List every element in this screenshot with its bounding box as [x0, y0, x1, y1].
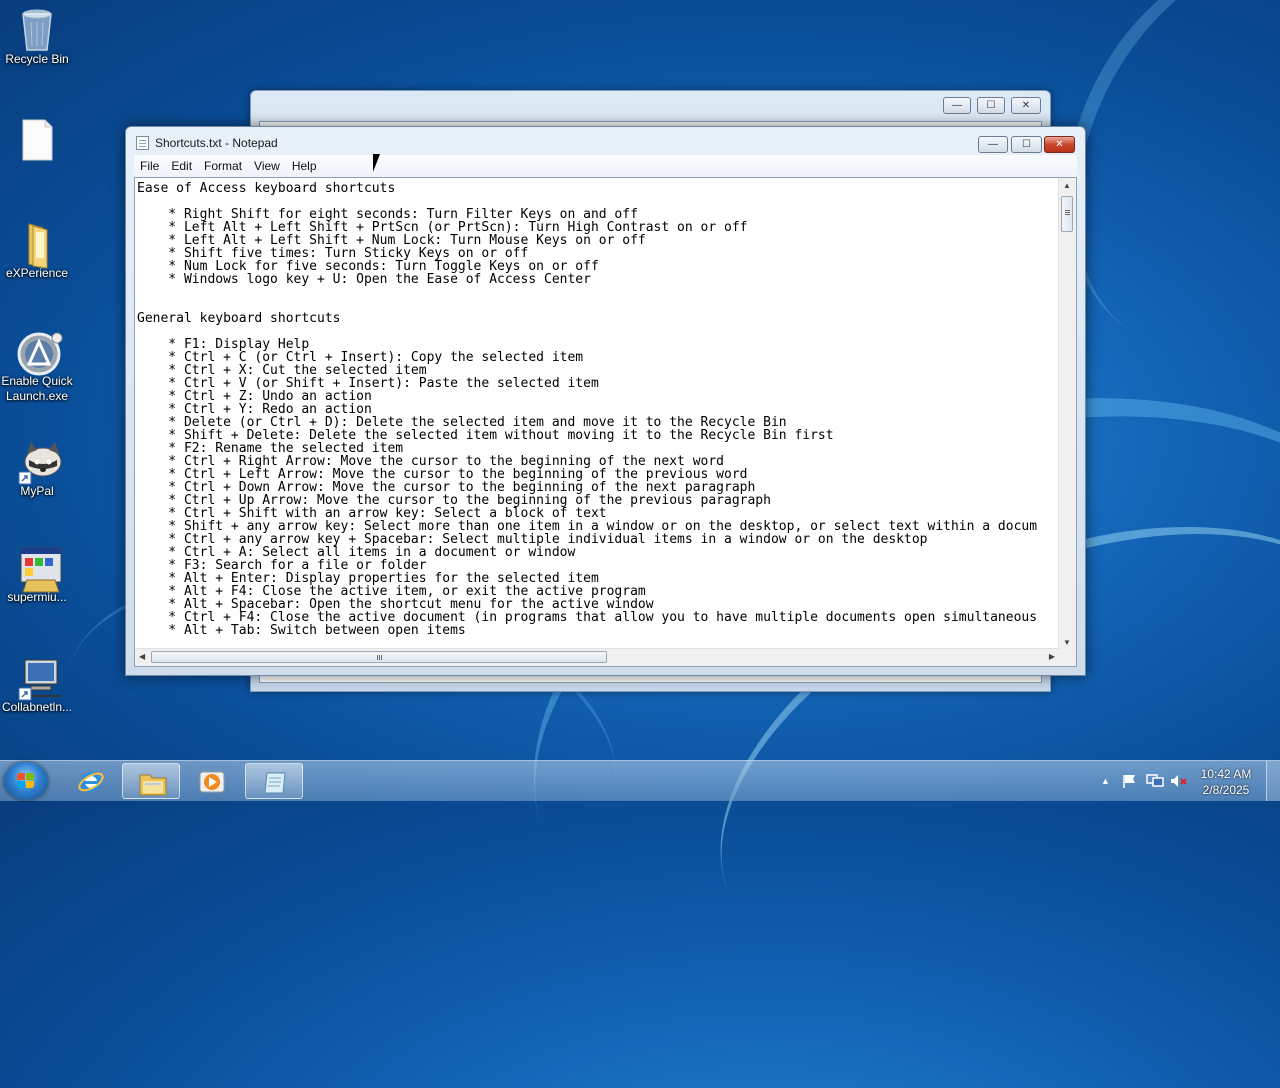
mouse-cursor: [373, 154, 387, 172]
menu-help[interactable]: Help: [286, 159, 323, 173]
vertical-scrollbar[interactable]: ▲ ▼: [1058, 178, 1076, 649]
horizontal-scrollbar[interactable]: ◀ ▶: [135, 648, 1059, 666]
maximize-button[interactable]: ☐: [1011, 136, 1042, 153]
scroll-right-arrow[interactable]: ▶: [1049, 652, 1055, 661]
clock-date: 2/8/2025: [1202, 783, 1250, 797]
menu-edit[interactable]: Edit: [165, 159, 198, 173]
windows-logo-icon: [17, 773, 35, 789]
show-hidden-icons-arrow[interactable]: ▲: [1101, 776, 1117, 790]
menu-file[interactable]: File: [134, 159, 165, 173]
text-content[interactable]: Ease of Access keyboard shortcuts * Righ…: [137, 182, 1058, 648]
quick-launch-app-icon: [17, 330, 63, 376]
text-line: General keyboard shortcuts: [137, 311, 341, 326]
desktop-icon-supermium[interactable]: supermiu...: [0, 546, 74, 605]
internet-explorer-icon: [77, 768, 105, 794]
menu-bar: File Edit Format View Help: [134, 155, 1077, 177]
mypal-raccoon-icon: [17, 440, 62, 485]
back-maximize-button[interactable]: ☐: [977, 97, 1005, 114]
notepad-icon: [136, 136, 149, 150]
taskbar-windows-explorer[interactable]: [122, 763, 180, 799]
desktop-icon-mypal[interactable]: MyPal: [0, 440, 74, 499]
recycle-bin-icon: [17, 8, 57, 51]
installer-app-icon: [17, 546, 62, 593]
desktop-icon-experience-folder[interactable]: eXPerience: [0, 222, 74, 281]
horizontal-scroll-thumb[interactable]: [151, 651, 607, 663]
desktop-icon-document[interactable]: [0, 118, 74, 162]
system-clock[interactable]: 10:42 AM 2/8/2025: [1196, 766, 1256, 798]
desktop-icon-collabnet[interactable]: Collabnetln...: [0, 656, 74, 715]
window-title: Shortcuts.txt - Notepad: [155, 136, 278, 150]
text-editor[interactable]: Ease of Access keyboard shortcuts * Righ…: [134, 177, 1077, 667]
start-button[interactable]: [4, 762, 48, 800]
action-center-flag-icon[interactable]: [1122, 774, 1138, 788]
text-line: * Alt + Tab: Switch between open items: [137, 623, 466, 638]
vertical-scroll-thumb[interactable]: [1061, 196, 1073, 232]
taskbar: ▲ 10:42 AM 2/8/2025: [0, 760, 1280, 801]
taskbar-notepad[interactable]: [245, 763, 303, 799]
notepad-window[interactable]: Shortcuts.txt - Notepad — ☐ ✕ File Edit …: [125, 126, 1086, 676]
text-line: [137, 286, 1058, 299]
taskbar-media-player[interactable]: [183, 763, 241, 799]
desktop-icon-recycle-bin[interactable]: Recycle Bin: [0, 8, 74, 67]
menu-view[interactable]: View: [248, 159, 286, 173]
network-icon[interactable]: [1146, 774, 1164, 788]
back-minimize-button[interactable]: —: [943, 97, 971, 114]
back-close-button[interactable]: ✕: [1011, 97, 1041, 114]
network-computer-icon: [17, 656, 61, 701]
scroll-up-arrow[interactable]: ▲: [1063, 181, 1071, 190]
taskbar-internet-explorer[interactable]: [62, 763, 120, 799]
text-line: Ease of Access keyboard shortcuts: [137, 182, 396, 196]
notepad-icon: [261, 769, 289, 795]
scroll-left-arrow[interactable]: ◀: [139, 652, 145, 661]
volume-muted-icon[interactable]: [1170, 774, 1187, 788]
folder-icon: [17, 222, 57, 269]
text-line: * Windows logo key + U: Open the Ease of…: [137, 272, 591, 287]
scroll-down-arrow[interactable]: ▼: [1063, 638, 1071, 647]
close-button[interactable]: ✕: [1044, 136, 1075, 153]
size-grip[interactable]: [1059, 649, 1076, 666]
minimize-button[interactable]: —: [978, 136, 1008, 153]
media-player-icon: [198, 768, 226, 794]
menu-format[interactable]: Format: [198, 159, 248, 173]
title-bar[interactable]: Shortcuts.txt - Notepad — ☐ ✕: [126, 127, 1085, 157]
desktop-icon-enable-quick-launch[interactable]: Enable Quick Launch.exe: [0, 330, 74, 404]
windows-explorer-icon: [138, 769, 167, 796]
show-desktop-button[interactable]: [1266, 761, 1280, 801]
clock-time: 10:42 AM: [1200, 767, 1252, 781]
blank-document-icon: [17, 118, 57, 161]
